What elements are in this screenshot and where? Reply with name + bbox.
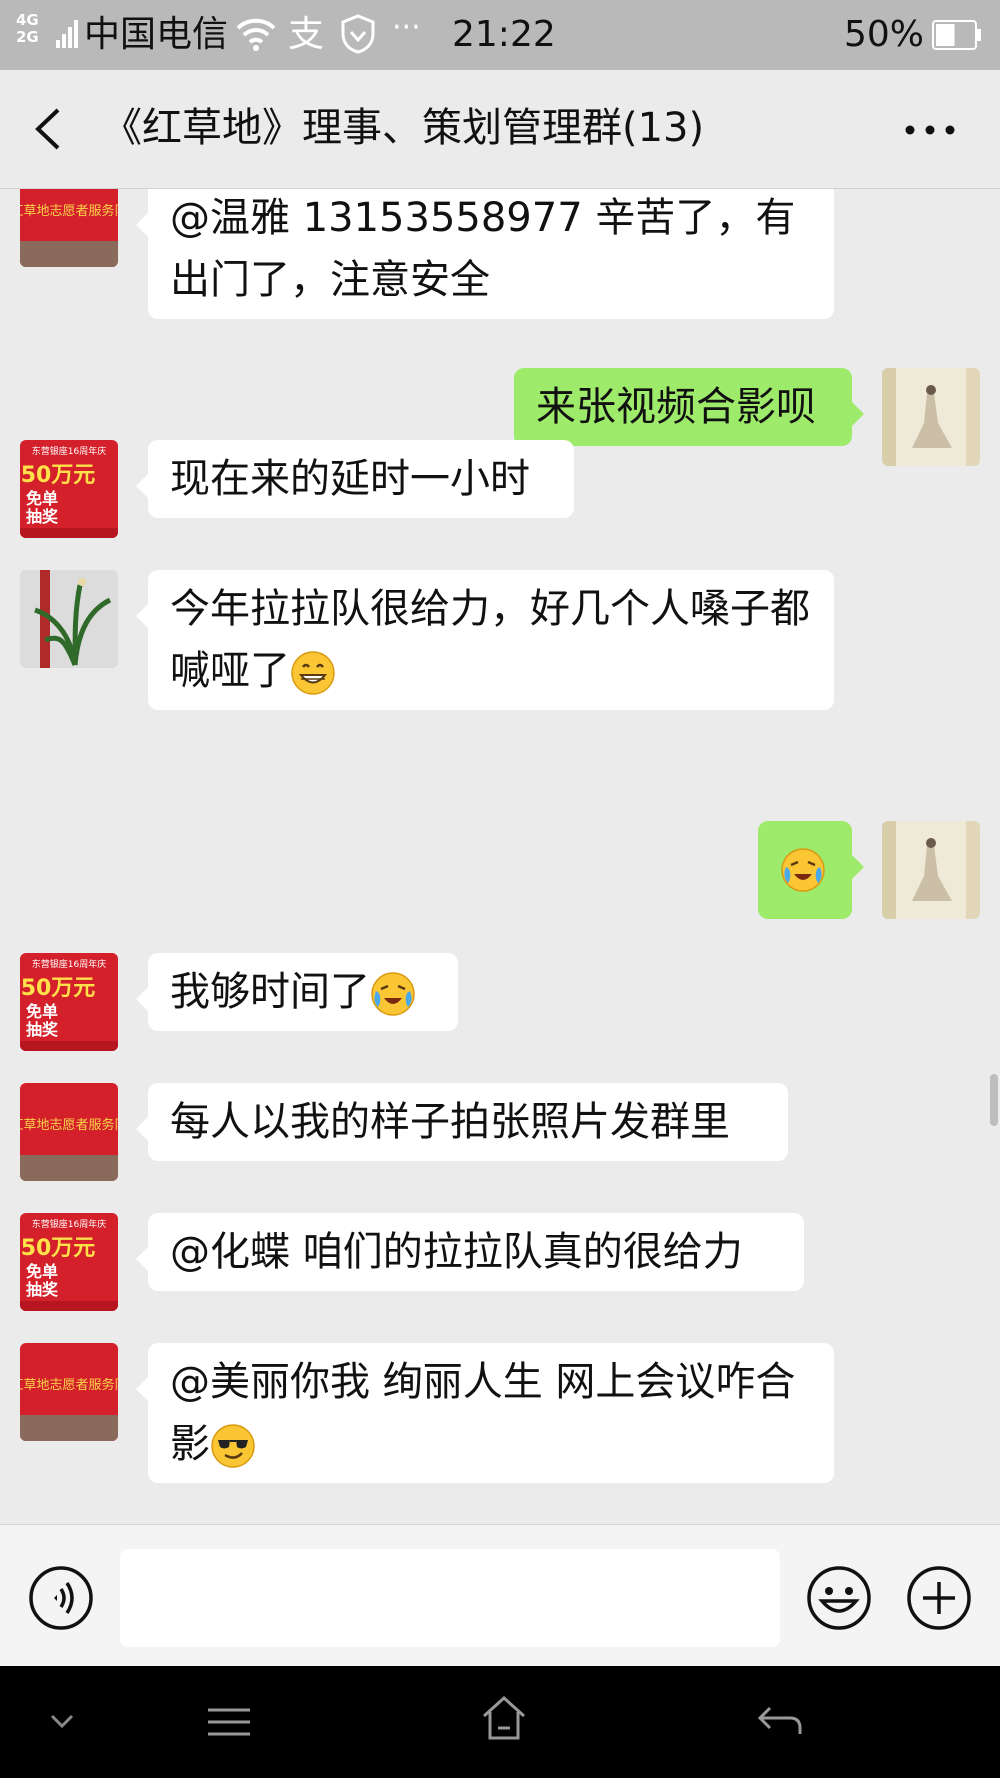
battery-icon [932, 20, 981, 50]
chevron-down-icon[interactable] [48, 1702, 76, 1742]
message-text: 现在来的延时一小时 [170, 456, 530, 502]
svg-text:抽奖: 抽奖 [26, 1020, 59, 1039]
svg-text:免单: 免单 [26, 489, 58, 508]
svg-text:东营银座16周年庆: 东营银座16周年庆 [32, 1218, 106, 1230]
message-bubble[interactable]: 我够时间了 [136, 953, 458, 1031]
system-nav-bar [0, 1666, 1000, 1778]
svg-text:免单: 免单 [26, 1002, 58, 1021]
signal-icon [56, 20, 78, 48]
banner-avatar[interactable]: 红草地志愿者服务队 [20, 1083, 118, 1181]
message-input[interactable] [120, 1549, 780, 1647]
message-bubble[interactable]: 现在来的延时一小时 [136, 440, 574, 518]
cry-laugh-emoji-icon [781, 848, 825, 892]
wifi-icon [236, 18, 276, 51]
message-bubble-sent[interactable] [758, 821, 864, 919]
message-text: 每人以我的样子拍张照片发群里 [170, 1099, 730, 1145]
network-4g: 4G [16, 11, 39, 29]
status-bar: 4G 2G 中国电信 支 ··· 21:22 50% [0, 0, 1000, 70]
voice-icon[interactable] [28, 1565, 94, 1631]
smiley-icon[interactable] [806, 1565, 872, 1631]
network-type: 4G 2G [16, 12, 39, 46]
back-icon[interactable] [30, 106, 70, 152]
grin-emoji-icon [291, 651, 335, 695]
cry-laugh-emoji-icon [371, 972, 415, 1016]
self-avatar[interactable] [882, 821, 980, 919]
battery-percent: 50% [844, 14, 925, 55]
message-text: @美丽你我 绚丽人生 网上会议咋合影 [170, 1359, 796, 1467]
message-bubble[interactable]: @美丽你我 绚丽人生 网上会议咋合影 [136, 1343, 834, 1483]
poster-avatar[interactable]: 东营银座16周年庆 50万元 免单 抽奖 [20, 953, 118, 1051]
input-bar [0, 1524, 1000, 1667]
svg-text:50万元: 50万元 [21, 463, 96, 488]
network-2g: 2G [16, 28, 39, 46]
scrollbar-thumb[interactable] [990, 1074, 998, 1126]
home-icon[interactable] [480, 1694, 528, 1742]
self-avatar[interactable] [882, 368, 980, 466]
carrier-name: 中国电信 [84, 14, 229, 55]
clock: 21:22 [452, 14, 556, 55]
back-icon[interactable] [756, 1702, 804, 1742]
svg-text:抽奖: 抽奖 [26, 507, 59, 526]
message-text: @温雅 13153558977 辛苦了，有出门了，注意安全 [170, 195, 796, 303]
svg-text:红草地志愿者服务队: 红草地志愿者服务队 [20, 203, 118, 219]
svg-text:东营银座16周年庆: 东营银座16周年庆 [32, 445, 106, 457]
message-text: 来张视频合影呗 [536, 384, 816, 430]
svg-text:50万元: 50万元 [21, 976, 96, 1001]
banner-avatar[interactable]: 红草地志愿者服务队 [20, 189, 118, 267]
menu-icon[interactable] [206, 1702, 252, 1742]
plus-icon[interactable] [906, 1565, 972, 1631]
more-options-icon[interactable] [900, 112, 960, 148]
svg-text:50万元: 50万元 [21, 1236, 96, 1261]
svg-text:红草地志愿者服务队: 红草地志愿者服务队 [20, 1117, 118, 1133]
chat-title: 《红草地》理事、策划管理群(13) [102, 105, 705, 151]
chat-header: 《红草地》理事、策划管理群(13) [0, 70, 1000, 189]
banner-avatar[interactable]: 红草地志愿者服务队 [20, 1343, 118, 1441]
svg-text:红草地志愿者服务队: 红草地志愿者服务队 [20, 1377, 118, 1393]
poster-avatar[interactable]: 东营银座16周年庆 50万元 免单 抽奖 [20, 440, 118, 538]
poster-avatar[interactable]: 东营银座16周年庆 50万元 免单 抽奖 [20, 1213, 118, 1311]
message-text: @化蝶 咱们的拉拉队真的很给力 [170, 1229, 743, 1275]
alipay-icon: 支 [288, 14, 325, 55]
message-bubble[interactable]: @化蝶 咱们的拉拉队真的很给力 [136, 1213, 804, 1291]
message-bubble[interactable]: 每人以我的样子拍张照片发群里 [136, 1083, 788, 1161]
svg-text:抽奖: 抽奖 [26, 1280, 59, 1299]
message-bubble-sent[interactable]: 来张视频合影呗 [514, 368, 864, 446]
plant-avatar[interactable] [20, 570, 118, 668]
svg-text:东营银座16周年庆: 东营银座16周年庆 [32, 958, 106, 970]
message-bubble[interactable]: 今年拉拉队很给力，好几个人嗓子都喊哑了 [136, 570, 834, 710]
shield-icon [341, 14, 375, 54]
message-list[interactable]: 红草地志愿者服务队 @温雅 13153558977 辛苦了，有出门了，注意安全 … [0, 189, 1000, 1524]
message-text: 我够时间了 [170, 969, 370, 1015]
message-text: 今年拉拉队很给力，好几个人嗓子都喊哑了 [170, 586, 810, 694]
sunglasses-emoji-icon [211, 1424, 255, 1468]
svg-text:免单: 免单 [26, 1262, 58, 1281]
message-bubble[interactable]: @温雅 13153558977 辛苦了，有出门了，注意安全 [136, 189, 834, 319]
more-notifications-indicator: ··· [392, 10, 421, 45]
